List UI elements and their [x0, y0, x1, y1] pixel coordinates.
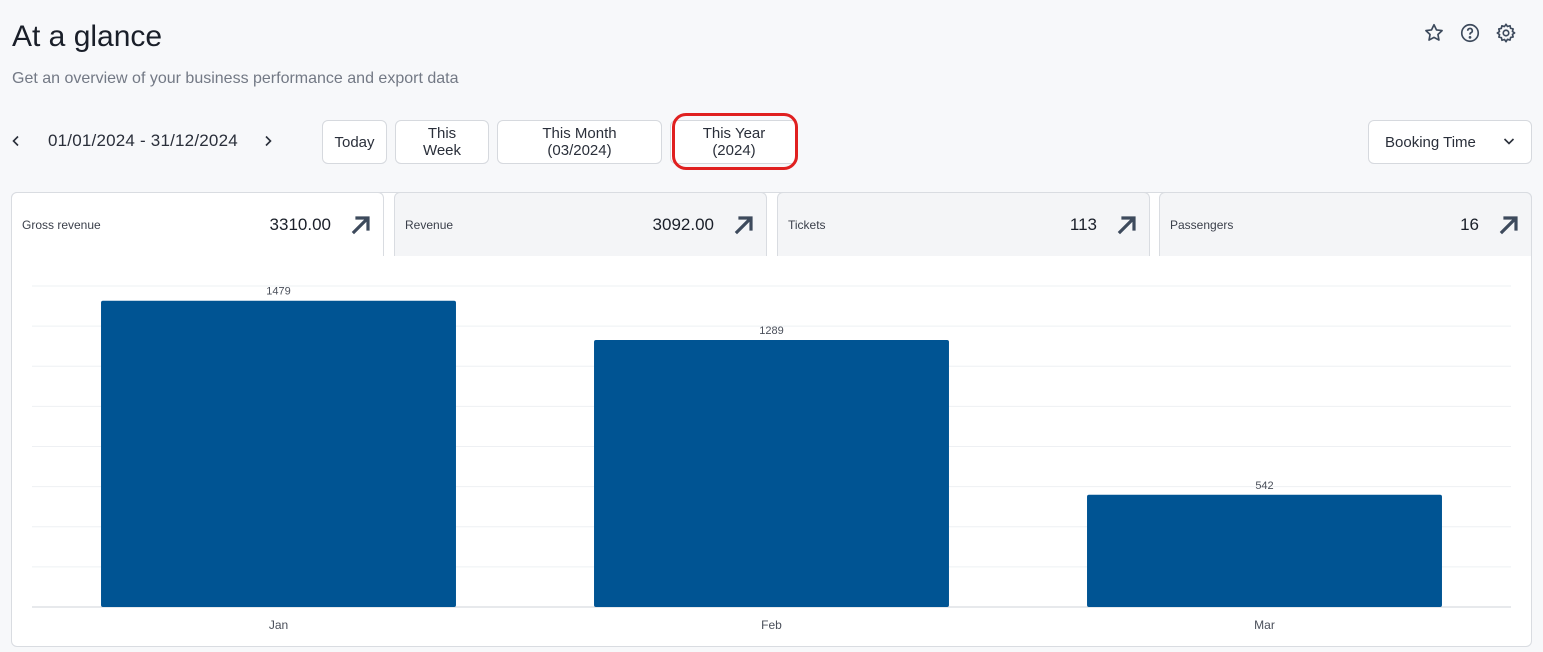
- time-basis-value: Booking Time: [1385, 133, 1476, 151]
- chevron-left-icon[interactable]: [6, 123, 26, 159]
- this-month-button[interactable]: This Month (03/2024): [497, 120, 662, 164]
- bar-chart: 1479 Jan 1289 Feb 542 Mar: [32, 285, 1511, 632]
- metric-label: Passengers: [1170, 217, 1234, 232]
- page-title: At a glance: [12, 20, 163, 53]
- metric-value: 3092.00: [652, 214, 714, 234]
- metric-value: 16: [1460, 214, 1479, 234]
- header-actions: [1423, 22, 1517, 44]
- metric-label: Tickets: [788, 217, 826, 232]
- star-icon[interactable]: [1423, 22, 1445, 44]
- metric-label: Gross revenue: [22, 217, 101, 232]
- help-icon[interactable]: [1459, 22, 1481, 44]
- page-subtitle: Get an overview of your business perform…: [12, 70, 459, 87]
- metric-tab-gross-revenue[interactable]: Gross revenue 3310.00: [11, 192, 384, 256]
- this-week-button[interactable]: This Week: [395, 120, 489, 164]
- gear-icon[interactable]: [1495, 22, 1517, 44]
- bar-mar: [1087, 494, 1442, 607]
- data-label: 542: [1255, 480, 1273, 492]
- chevron-right-icon[interactable]: [258, 123, 278, 159]
- metric-tab-tickets[interactable]: Tickets 113: [777, 192, 1150, 256]
- bar-jan: [101, 300, 456, 607]
- data-label: 1289: [759, 325, 783, 337]
- this-year-button[interactable]: This Year (2024): [670, 120, 798, 164]
- metric-tab-revenue[interactable]: Revenue 3092.00: [394, 192, 767, 256]
- x-tick-label: Jan: [269, 618, 288, 632]
- metric-label: Revenue: [405, 217, 454, 232]
- arrow-up-right-icon: [1497, 213, 1521, 237]
- arrow-up-right-icon: [1115, 213, 1139, 237]
- metric-tab-passengers[interactable]: Passengers 16: [1159, 192, 1532, 256]
- x-tick-label: Feb: [761, 618, 782, 632]
- time-basis-select[interactable]: Booking Time: [1368, 120, 1532, 164]
- arrow-up-right-icon: [349, 213, 373, 237]
- metric-value: 3310.00: [269, 214, 331, 234]
- date-navigator: 01/01/2024 - 31/12/2024: [6, 123, 278, 159]
- arrow-up-right-icon: [732, 213, 756, 237]
- data-label: 1479: [266, 286, 290, 298]
- bar-feb: [594, 340, 949, 607]
- chevron-down-icon: [1503, 134, 1515, 151]
- date-range-label: 01/01/2024 - 31/12/2024: [48, 131, 238, 150]
- x-tick-label: Mar: [1254, 618, 1275, 632]
- metric-value: 113: [1069, 214, 1097, 234]
- today-button[interactable]: Today: [322, 120, 387, 164]
